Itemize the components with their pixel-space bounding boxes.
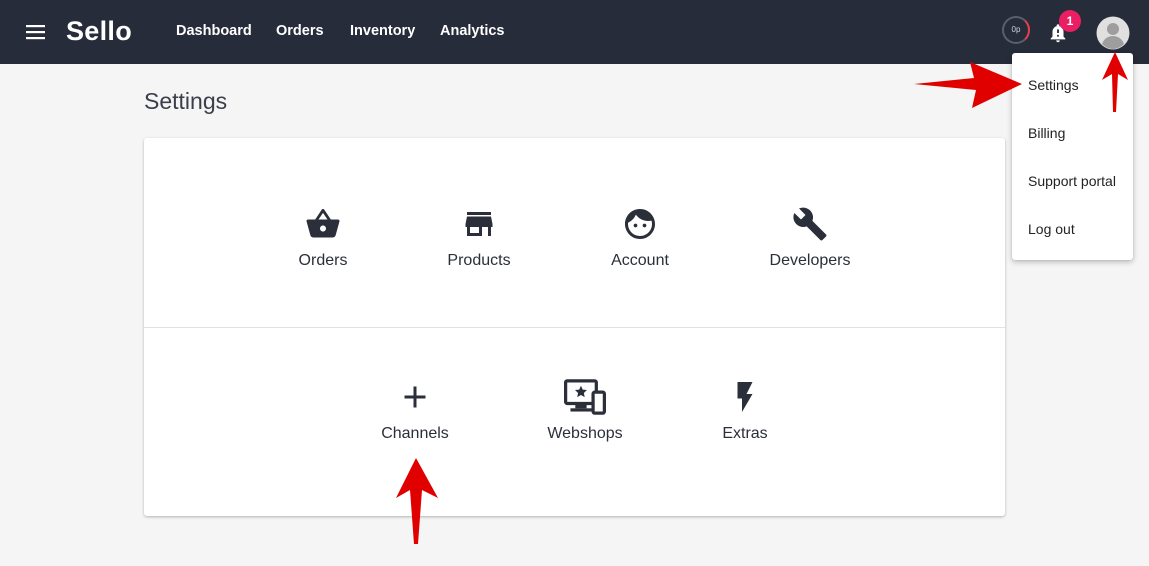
- nav-inventory[interactable]: Inventory: [350, 23, 415, 39]
- nav-analytics[interactable]: Analytics: [440, 23, 504, 39]
- tile-label-account: Account: [611, 252, 669, 269]
- speed-indicator[interactable]: 0p: [1002, 16, 1030, 44]
- tile-label-channels: Channels: [381, 425, 449, 442]
- brand-logo[interactable]: Sello: [66, 16, 132, 47]
- user-avatar-icon[interactable]: [1096, 16, 1130, 50]
- top-bar: Sello Dashboard Orders Inventory Analyti…: [0, 0, 1149, 64]
- annotation-arrow-avatar: [1102, 52, 1128, 112]
- section-divider: [144, 327, 1005, 328]
- notification-count-badge: 1: [1059, 10, 1081, 32]
- store-icon: [465, 212, 493, 236]
- settings-tile-developers[interactable]: Developers: [745, 206, 875, 270]
- settings-tile-orders[interactable]: Orders: [258, 206, 388, 270]
- nav-dashboard[interactable]: Dashboard: [176, 23, 252, 39]
- tile-label-extras: Extras: [722, 425, 768, 442]
- menu-item-log-out[interactable]: Log out: [1028, 221, 1075, 237]
- plus-icon: [404, 386, 426, 408]
- wrench-icon: [793, 207, 827, 241]
- annotation-arrow-settings: [914, 62, 1022, 108]
- settings-tile-products[interactable]: Products: [414, 206, 544, 270]
- settings-tile-extras[interactable]: Extras: [680, 379, 810, 443]
- tile-label-webshops: Webshops: [547, 425, 623, 442]
- tile-label-orders: Orders: [298, 252, 348, 269]
- menu-item-support-portal[interactable]: Support portal: [1028, 173, 1116, 189]
- annotation-arrow-channels: [396, 458, 438, 544]
- nav-orders[interactable]: Orders: [276, 23, 324, 39]
- face-icon: [625, 209, 655, 239]
- settings-tile-webshops[interactable]: Webshops: [520, 379, 650, 443]
- hamburger-menu-icon[interactable]: [24, 22, 48, 42]
- tile-label-developers: Developers: [769, 252, 851, 269]
- menu-item-settings[interactable]: Settings: [1028, 77, 1079, 93]
- tile-label-products: Products: [447, 252, 511, 269]
- settings-tile-channels[interactable]: Channels: [350, 379, 480, 443]
- settings-tile-account[interactable]: Account: [575, 206, 705, 270]
- flash-icon: [737, 382, 753, 412]
- basket-icon: [306, 209, 340, 238]
- page-title: Settings: [144, 88, 228, 114]
- webshop-devices-icon: [564, 379, 606, 415]
- menu-item-billing[interactable]: Billing: [1028, 125, 1065, 141]
